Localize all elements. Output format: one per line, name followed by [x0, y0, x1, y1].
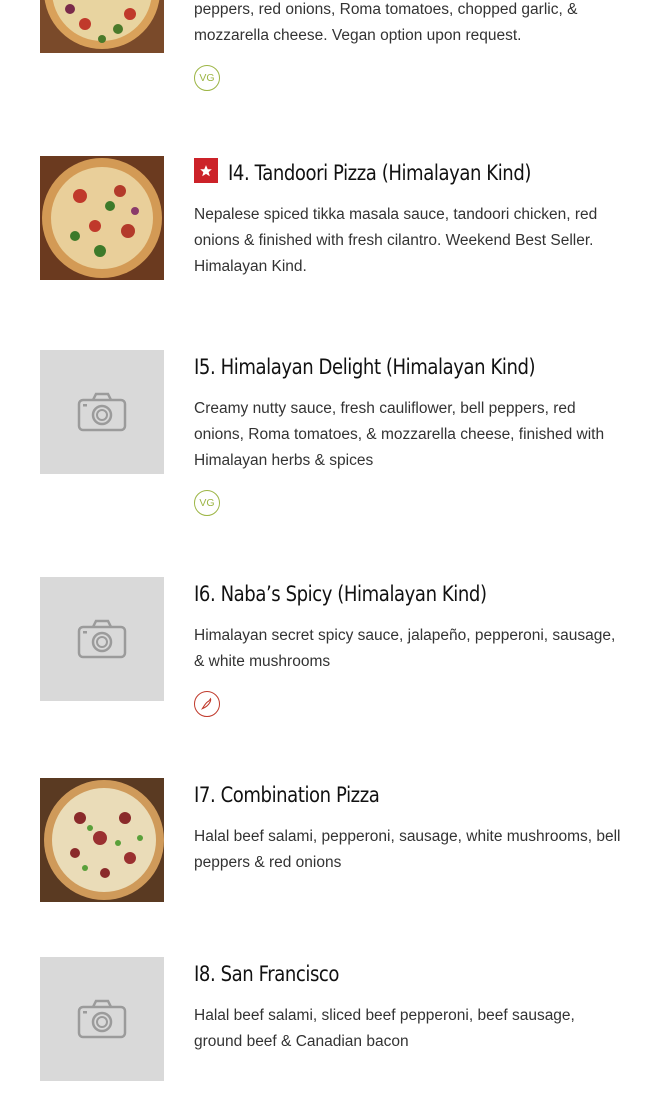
- camera-icon: [77, 999, 127, 1039]
- item-name[interactable]: I5. Himalayan Delight (Himalayan Kind): [194, 350, 564, 384]
- item-name[interactable]: I4. Tandoori Pizza (Himalayan Kind): [228, 156, 531, 190]
- chili-icon: [200, 697, 212, 710]
- pizza-image[interactable]: [40, 0, 164, 53]
- camera-icon: [77, 392, 127, 432]
- image-placeholder[interactable]: [40, 577, 164, 701]
- item-name[interactable]: I7. Combination Pizza: [194, 778, 564, 812]
- camera-icon: [77, 619, 127, 659]
- item-description: Creamy nutty sauce, fresh cauliflower, b…: [194, 400, 605, 469]
- item-description: Nepalese spiced tikka masala sauce, tand…: [194, 206, 598, 275]
- item-description: Halal beef salami, sliced beef pepperoni…: [194, 1007, 575, 1050]
- pizza-photo-icon: [40, 778, 164, 902]
- spicy-badge: [194, 691, 220, 717]
- star-icon: [194, 158, 218, 183]
- item-description: Halal beef salami, pepperoni, sausage, w…: [194, 828, 621, 871]
- item-description: Himalayan secret spicy sauce, jalapeño, …: [194, 627, 616, 670]
- pizza-image[interactable]: [40, 156, 164, 280]
- image-placeholder[interactable]: [40, 957, 164, 1081]
- pizza-photo-icon: [40, 0, 164, 53]
- pizza-image[interactable]: [40, 778, 164, 902]
- item-description: peppers, red onions, Roma tomatoes, chop…: [194, 1, 578, 44]
- item-name[interactable]: I6. Naba’s Spicy (Himalayan Kind): [194, 577, 564, 611]
- vegan-badge: VG: [194, 490, 220, 516]
- image-placeholder[interactable]: [40, 350, 164, 474]
- item-name[interactable]: I8. San Francisco: [194, 957, 564, 991]
- pizza-photo-icon: [40, 156, 164, 280]
- vegan-badge: VG: [194, 65, 220, 91]
